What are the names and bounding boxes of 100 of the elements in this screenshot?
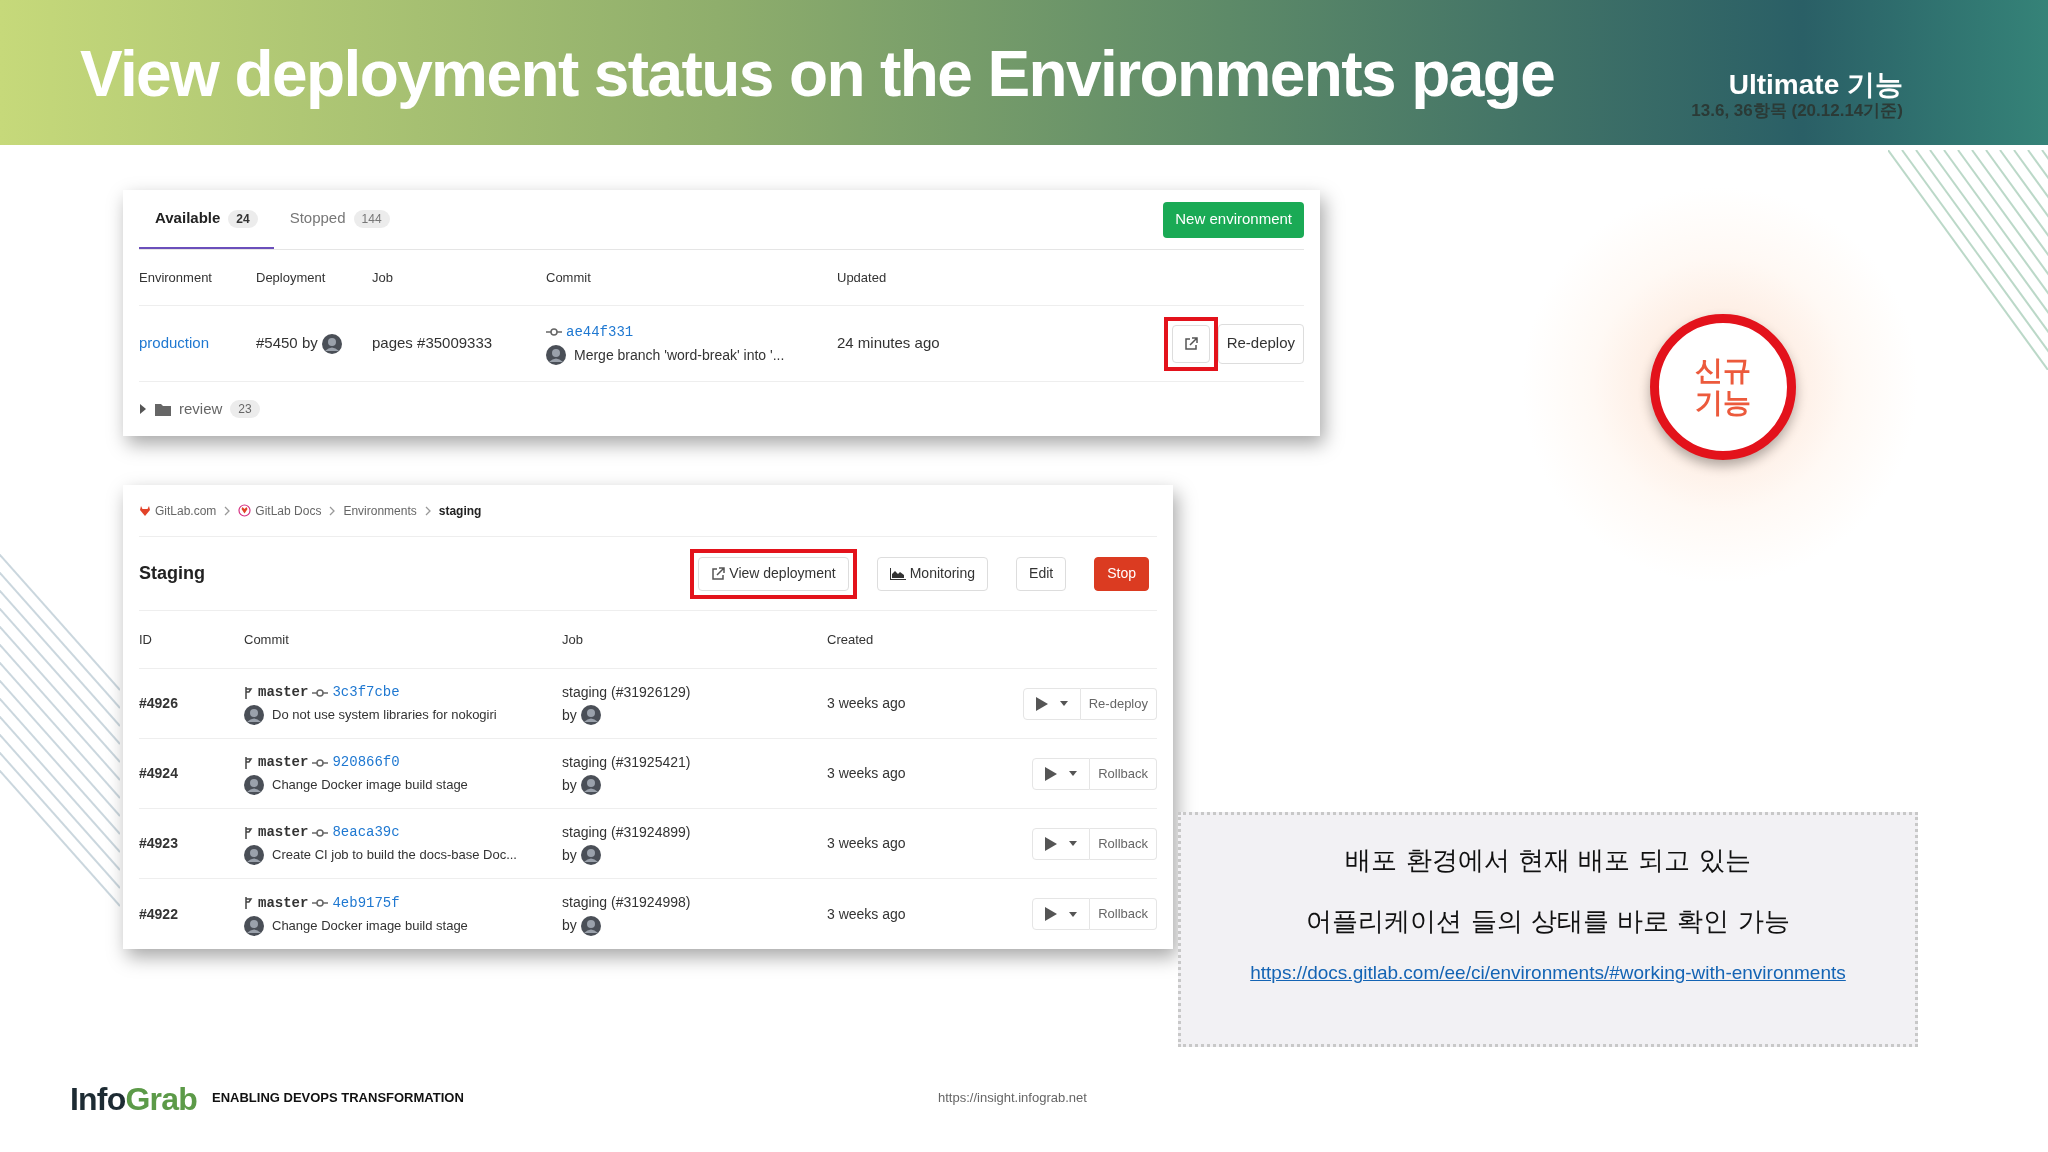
column-header: Updated bbox=[837, 268, 888, 287]
external-link-icon bbox=[1183, 336, 1198, 351]
environment-title: Staging bbox=[139, 562, 205, 585]
area-chart-icon bbox=[889, 567, 906, 580]
branch-name: master bbox=[258, 683, 309, 702]
created-text: 3 weeks ago bbox=[827, 904, 907, 924]
folder-toggle[interactable]: review bbox=[139, 397, 223, 421]
deployment-id: #4926 bbox=[139, 694, 179, 713]
project-logo-icon bbox=[238, 504, 252, 517]
avatar-icon bbox=[580, 915, 601, 936]
avatar-icon bbox=[321, 333, 342, 354]
breadcrumb-link[interactable]: Environments bbox=[343, 501, 417, 520]
branch-name: master bbox=[258, 823, 309, 842]
action-button[interactable]: Monitoring bbox=[876, 556, 989, 591]
branch-name: master bbox=[258, 753, 309, 772]
by-text: by bbox=[562, 775, 577, 795]
tab[interactable]: Stopped 144 bbox=[273, 190, 406, 249]
count-badge: 23 bbox=[230, 400, 260, 418]
branch-name: master bbox=[258, 893, 309, 913]
note-text: 배포 환경에서 현재 배포 되고 있는 bbox=[1345, 845, 1751, 877]
commit-message: Do not use system libraries for nokogiri bbox=[272, 706, 497, 725]
branch-icon bbox=[244, 826, 254, 839]
deployment-id: #4922 bbox=[139, 904, 179, 924]
branch-icon bbox=[244, 686, 254, 699]
count-badge: 24 bbox=[228, 209, 258, 228]
deploy-action-button[interactable]: Rollback bbox=[1090, 757, 1157, 790]
avatar-icon bbox=[580, 705, 601, 725]
footer-url: https://insight.infograb.net bbox=[938, 1089, 1087, 1107]
play-dropdown-button[interactable] bbox=[1022, 687, 1081, 720]
action-button[interactable]: View deployment bbox=[698, 556, 849, 591]
caret-icon bbox=[1059, 701, 1068, 706]
deployment-id: #4923 bbox=[139, 834, 179, 853]
note-text: 어플리케이션 들의 상태를 바로 확인 가능 bbox=[1306, 906, 1790, 938]
infograb-logo: InfoGrab bbox=[70, 1080, 197, 1119]
job-text: staging (#31924899) bbox=[562, 822, 692, 842]
avatar-icon bbox=[244, 845, 264, 865]
avatar-icon bbox=[244, 915, 264, 936]
tab[interactable]: Available 24 bbox=[139, 190, 274, 249]
edition-label: Ultimate 기능 bbox=[1728, 68, 1903, 102]
environment-link[interactable]: production bbox=[139, 334, 210, 352]
badge-text: 신규 기능 bbox=[1695, 354, 1751, 420]
deploy-action-button[interactable]: Rollback bbox=[1090, 898, 1157, 930]
column-header: Created bbox=[827, 630, 875, 649]
caret-icon bbox=[1069, 911, 1078, 917]
updated-text: 24 minutes ago bbox=[837, 333, 941, 354]
play-icon bbox=[1045, 907, 1058, 921]
column-header: Commit bbox=[244, 630, 290, 649]
commit-icon bbox=[546, 327, 562, 337]
open-external-button[interactable] bbox=[1171, 324, 1210, 363]
commit-message: Merge branch 'word-break' into '... bbox=[574, 345, 785, 365]
re-deploy-button[interactable]: Re-deploy bbox=[1217, 323, 1304, 364]
column-header: Deployment bbox=[256, 268, 327, 287]
action-button[interactable]: Stop bbox=[1094, 556, 1149, 591]
created-text: 3 weeks ago bbox=[827, 834, 907, 853]
play-dropdown-button[interactable] bbox=[1032, 898, 1091, 930]
play-icon bbox=[1045, 836, 1058, 851]
commit-sha-link[interactable]: 8eaca39c bbox=[332, 822, 400, 843]
deploy-action-button[interactable]: Re-deploy bbox=[1080, 687, 1157, 720]
commit-sha-link[interactable]: ae44f331 bbox=[566, 321, 634, 343]
avatar-icon bbox=[580, 845, 601, 865]
branch-icon bbox=[244, 756, 254, 769]
commit-sha-link[interactable]: 4eb9175f bbox=[332, 892, 400, 914]
commit-message: Change Docker image build stage bbox=[272, 916, 468, 935]
commit-icon bbox=[312, 757, 329, 768]
breadcrumb-link[interactable]: GitLab Docs bbox=[238, 501, 322, 520]
tagline: ENABLING DEVOPS TRANSFORMATION bbox=[212, 1089, 464, 1107]
commit-message: Create CI job to build the docs-base Doc... bbox=[272, 846, 517, 865]
caret-icon bbox=[1069, 841, 1078, 846]
by-text: by bbox=[562, 705, 577, 725]
deploy-action-button[interactable]: Rollback bbox=[1090, 827, 1157, 860]
chevron-icon bbox=[329, 505, 336, 516]
chevron-icon bbox=[424, 505, 431, 516]
commit-icon bbox=[312, 898, 329, 908]
caret-icon bbox=[139, 404, 147, 414]
caret-icon bbox=[1069, 771, 1078, 776]
column-header: ID bbox=[139, 630, 153, 649]
breadcrumb-link[interactable]: staging bbox=[438, 501, 482, 520]
column-header: Job bbox=[372, 268, 394, 287]
job-text: pages #35009333 bbox=[372, 333, 494, 354]
column-header: Job bbox=[562, 630, 584, 649]
action-button[interactable]: Edit bbox=[1016, 556, 1067, 591]
job-text: staging (#31925421) bbox=[562, 752, 692, 772]
folder-icon bbox=[155, 402, 171, 416]
by-text: by bbox=[562, 845, 577, 865]
deployment-id: #4924 bbox=[139, 764, 179, 783]
play-dropdown-button[interactable] bbox=[1032, 757, 1091, 790]
commit-sha-link[interactable]: 3c3f7cbe bbox=[332, 682, 400, 703]
docs-link[interactable]: https://docs.gitlab.com/ee/ci/environments/#working-with-environments bbox=[1250, 959, 1846, 988]
play-icon bbox=[1035, 696, 1048, 711]
chevron-icon bbox=[224, 505, 231, 516]
deployment-text: #5450 by bbox=[256, 333, 318, 354]
breadcrumb-link[interactable]: GitLab.com bbox=[139, 501, 217, 520]
commit-sha-link[interactable]: 920866f0 bbox=[332, 752, 400, 773]
commit-icon bbox=[312, 687, 329, 698]
external-link-icon bbox=[711, 566, 726, 581]
commit-icon bbox=[312, 827, 329, 838]
column-header: Environment bbox=[139, 268, 213, 287]
count-badge: 144 bbox=[353, 209, 390, 228]
commit-message: Change Docker image build stage bbox=[272, 776, 468, 795]
play-dropdown-button[interactable] bbox=[1032, 827, 1091, 860]
